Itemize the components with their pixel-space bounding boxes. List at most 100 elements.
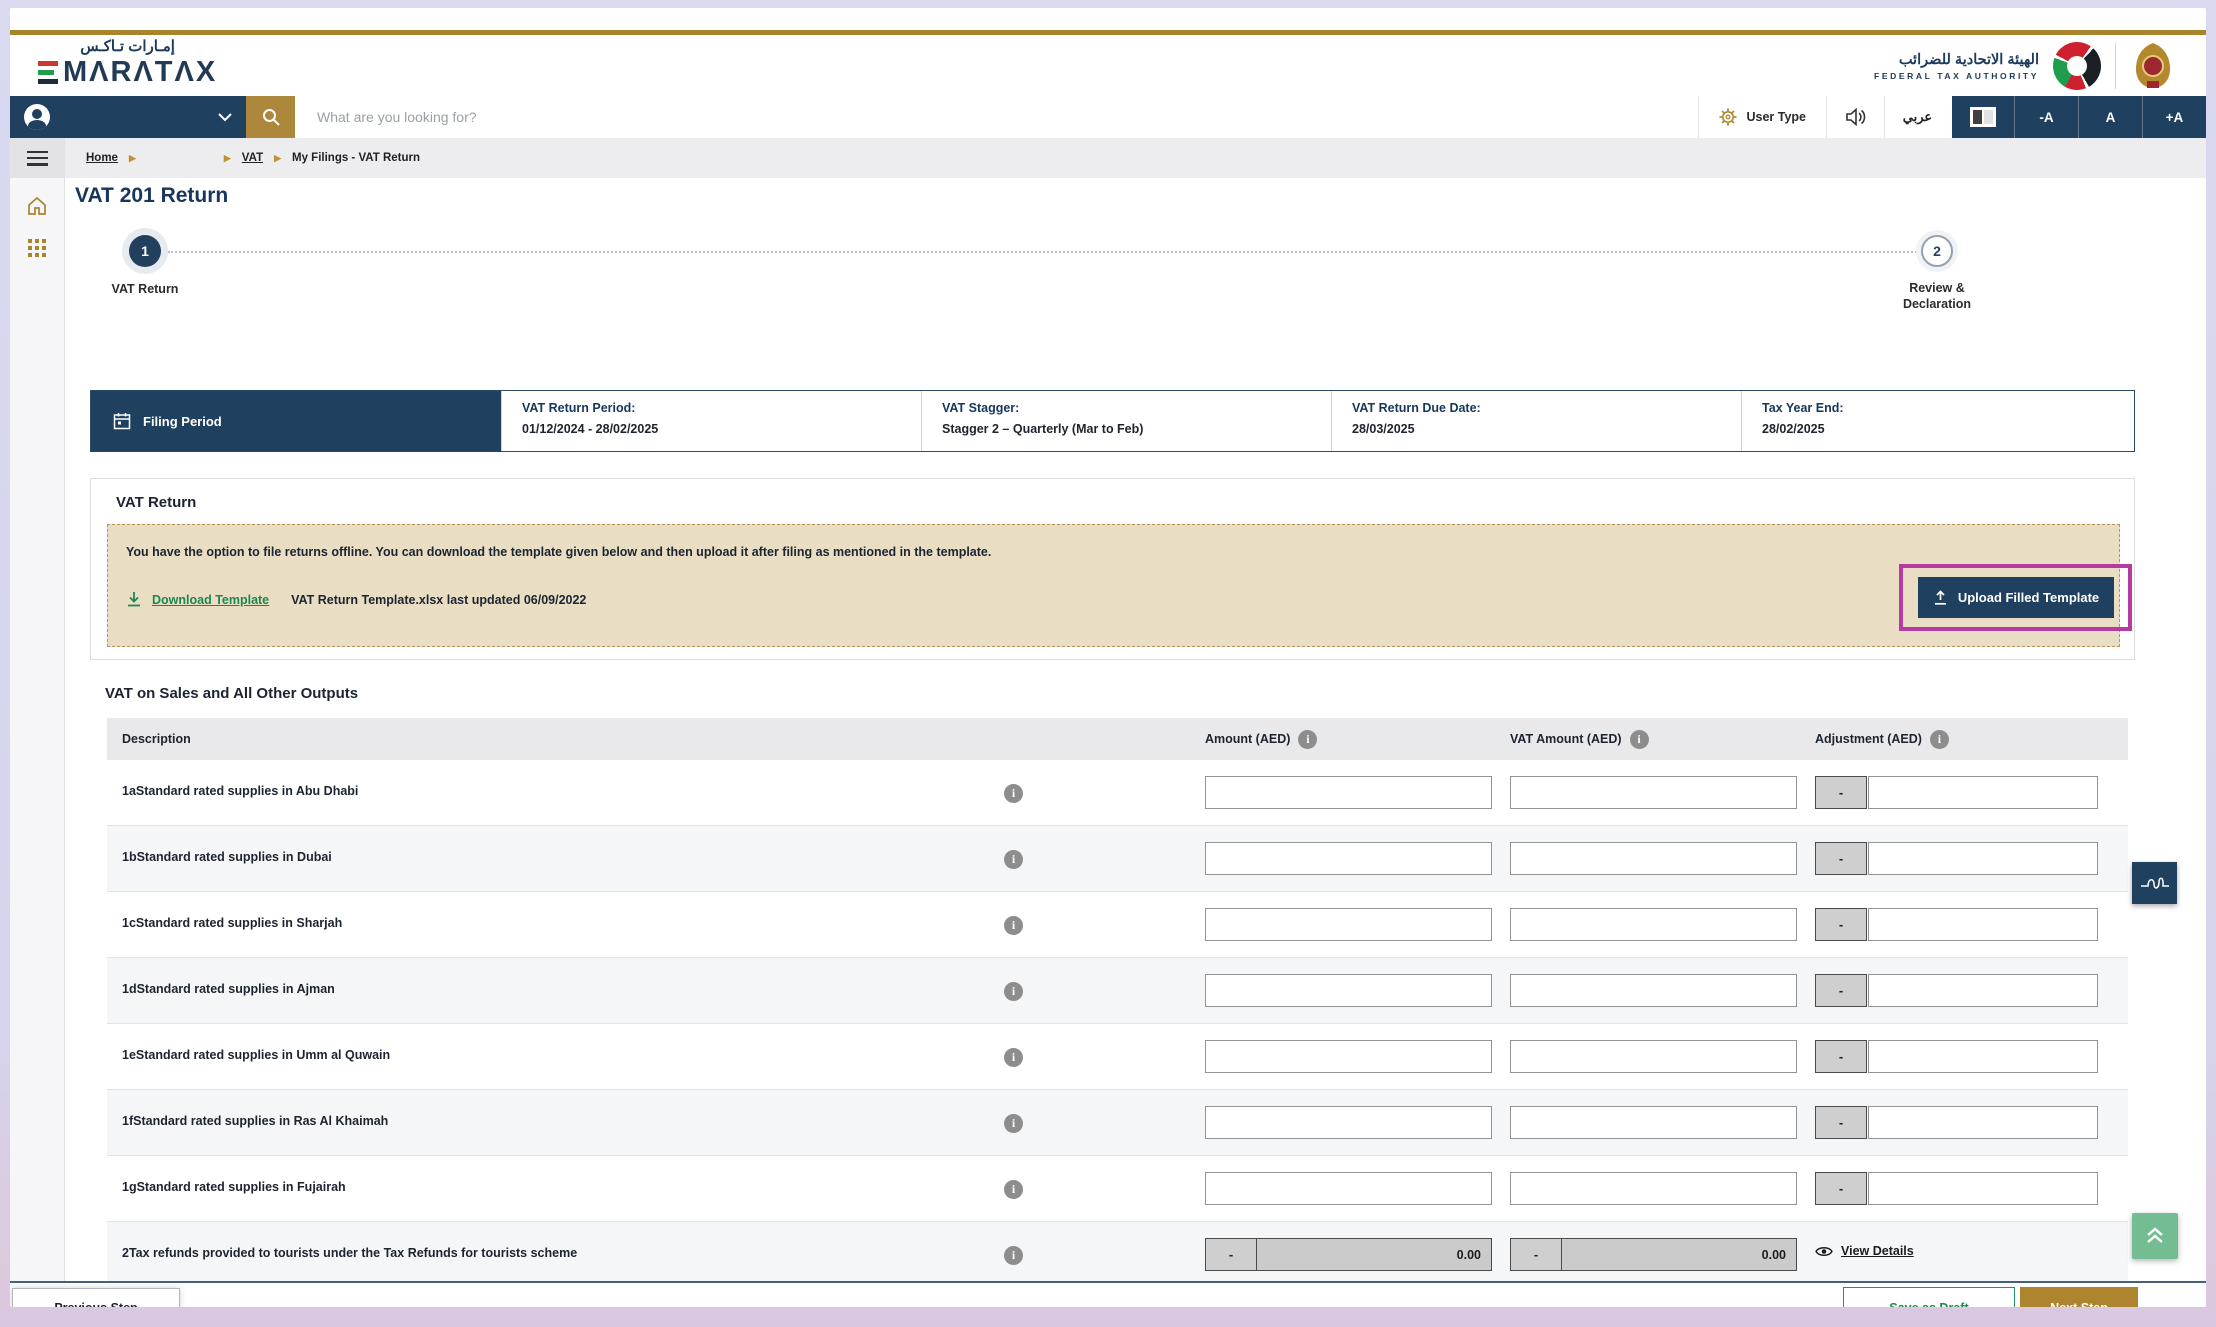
- sidebar-home-button[interactable]: [25, 194, 49, 218]
- info-icon[interactable]: i: [1004, 916, 1023, 935]
- font-decrease-label: -A: [2039, 110, 2053, 125]
- gear-icon: [1719, 108, 1737, 126]
- amount-input-1b[interactable]: [1205, 842, 1492, 875]
- language-label: عربي: [1903, 109, 1932, 125]
- field-value: 28/03/2025: [1352, 422, 1741, 436]
- search-input[interactable]: [295, 96, 1698, 138]
- view-details-link[interactable]: View Details: [1815, 1244, 1914, 1258]
- user-avatar-icon: [24, 104, 50, 130]
- font-decrease-button[interactable]: -A: [2014, 96, 2078, 138]
- header-divider: [2115, 43, 2116, 89]
- adjustment-input-1b[interactable]: [1868, 842, 2098, 875]
- vat-amount-input-1b[interactable]: [1510, 842, 1797, 875]
- vat-amount-input-1e[interactable]: [1510, 1040, 1797, 1073]
- info-icon[interactable]: i: [1630, 730, 1649, 749]
- info-icon[interactable]: i: [1004, 1246, 1023, 1265]
- row-description: 1dStandard rated supplies in Ajman: [122, 982, 335, 996]
- adjustment-input-1a[interactable]: [1868, 776, 2098, 809]
- vat-amount-input-1g[interactable]: [1510, 1172, 1797, 1205]
- vat-amount-input-1a[interactable]: [1510, 776, 1797, 809]
- text-to-speech-button[interactable]: [1826, 96, 1884, 138]
- step-2-circle: 2: [1921, 235, 1953, 267]
- adjustment-input-1g[interactable]: [1868, 1172, 2098, 1205]
- upload-filled-template-button[interactable]: Upload Filled Template: [1918, 577, 2114, 618]
- vat-amount-input-1f[interactable]: [1510, 1106, 1797, 1139]
- user-scope-dropdown[interactable]: [10, 96, 246, 138]
- emaratax-logo: إمـارات تـاكـس MΛRΛTΛX: [38, 37, 217, 89]
- amount-input-1e[interactable]: [1205, 1040, 1492, 1073]
- row-code: 2: [122, 1246, 129, 1260]
- row-description: 1eStandard rated supplies in Umm al Quwa…: [122, 1048, 390, 1062]
- breadcrumb-vat[interactable]: VAT: [242, 152, 263, 164]
- adjustment-input-1d[interactable]: [1868, 974, 2098, 1007]
- search-button[interactable]: [246, 96, 295, 138]
- info-icon[interactable]: i: [1004, 1180, 1023, 1199]
- column-adjustment-label: Adjustment (AED): [1815, 732, 1922, 746]
- info-icon[interactable]: i: [1004, 1048, 1023, 1067]
- info-icon[interactable]: i: [1004, 982, 1023, 1001]
- font-default-button[interactable]: A: [2078, 96, 2142, 138]
- breadcrumb-home[interactable]: Home: [86, 152, 118, 164]
- field-value: Stagger 2 – Quarterly (Mar to Feb): [942, 422, 1331, 436]
- row-code: 1d: [122, 982, 137, 996]
- save-as-draft-button[interactable]: Save as Draft: [1843, 1287, 2015, 1307]
- vat-outputs-table: Description Amount (AED) i VAT Amount (A…: [107, 718, 2128, 1281]
- amount-input-1g[interactable]: [1205, 1172, 1492, 1205]
- accessibility-signature-widget[interactable]: [2132, 862, 2177, 904]
- info-icon[interactable]: i: [1930, 730, 1949, 749]
- row-code: 1e: [122, 1048, 136, 1062]
- column-adjustment: Adjustment (AED) i: [1815, 718, 1949, 760]
- adjustment-sign-box: -: [1815, 842, 1867, 875]
- row-text: Standard rated supplies in Dubai: [137, 850, 332, 864]
- download-template-link[interactable]: Download Template: [152, 593, 269, 607]
- adjustment-input-1f[interactable]: [1868, 1106, 2098, 1139]
- info-icon[interactable]: i: [1004, 1114, 1023, 1133]
- adjustment-input-1e[interactable]: [1868, 1040, 2098, 1073]
- amount-input-1f[interactable]: [1205, 1106, 1492, 1139]
- outputs-section-title: VAT on Sales and All Other Outputs: [105, 685, 358, 702]
- font-increase-button[interactable]: +A: [2142, 96, 2206, 138]
- step-2-label: Review & Declaration: [1877, 280, 1997, 313]
- stepper-connector: [168, 251, 1920, 253]
- amount-input-1d[interactable]: [1205, 974, 1492, 1007]
- breadcrumb-arrow-icon: ▶: [129, 153, 136, 164]
- contrast-icon: [1970, 107, 1996, 127]
- eye-icon: [1815, 1245, 1833, 1258]
- emaratax-logo-text: MΛRΛTΛX: [63, 56, 217, 89]
- scroll-to-top-button[interactable]: [2132, 1213, 2178, 1259]
- previous-step-button[interactable]: Previous Step: [12, 1288, 180, 1307]
- adjustment-input-1c[interactable]: [1868, 908, 2098, 941]
- adjustment-sign-box: -: [1815, 1040, 1867, 1073]
- filing-period-label: Filing Period: [143, 414, 222, 429]
- info-icon[interactable]: i: [1004, 850, 1023, 869]
- info-icon[interactable]: i: [1298, 730, 1317, 749]
- vat-return-card: VAT Return You have the option to file r…: [90, 478, 2135, 660]
- row-text: Standard rated supplies in Fujairah: [137, 1180, 346, 1194]
- row-text: Standard rated supplies in Abu Dhabi: [136, 784, 358, 798]
- filing-field-stagger: VAT Stagger: Stagger 2 – Quarterly (Mar …: [921, 391, 1331, 451]
- sidebar-apps-button[interactable]: [25, 236, 49, 260]
- adjustment-sign-box: -: [1815, 974, 1867, 1007]
- row-text: Standard rated supplies in Sharjah: [136, 916, 342, 930]
- user-type-button[interactable]: User Type: [1698, 96, 1826, 138]
- row-description: 1aStandard rated supplies in Abu Dhabi: [122, 784, 358, 798]
- font-increase-label: +A: [2166, 110, 2184, 125]
- filing-field-return-period: VAT Return Period: 01/12/2024 - 28/02/20…: [501, 391, 921, 451]
- menu-button[interactable]: [10, 138, 65, 178]
- step-1-label: VAT Return: [85, 282, 205, 296]
- row-description: 1cStandard rated supplies in Sharjah: [122, 916, 342, 930]
- signature-icon: [2140, 873, 2170, 893]
- table-row-1e: 1eStandard rated supplies in Umm al Quwa…: [107, 1024, 2128, 1090]
- language-toggle[interactable]: عربي: [1884, 96, 1950, 138]
- amount-input-1c[interactable]: [1205, 908, 1492, 941]
- upload-icon: [1933, 590, 1948, 606]
- font-default-label: A: [2106, 110, 2116, 125]
- vat-amount-input-1c[interactable]: [1510, 908, 1797, 941]
- vat-amount-input-1d[interactable]: [1510, 974, 1797, 1007]
- hamburger-icon: [27, 151, 48, 166]
- amount-input-1a[interactable]: [1205, 776, 1492, 809]
- info-icon[interactable]: i: [1004, 784, 1023, 803]
- search-icon: [261, 107, 281, 127]
- contrast-toggle[interactable]: [1950, 96, 2014, 138]
- next-step-button[interactable]: Next Step: [2020, 1287, 2138, 1307]
